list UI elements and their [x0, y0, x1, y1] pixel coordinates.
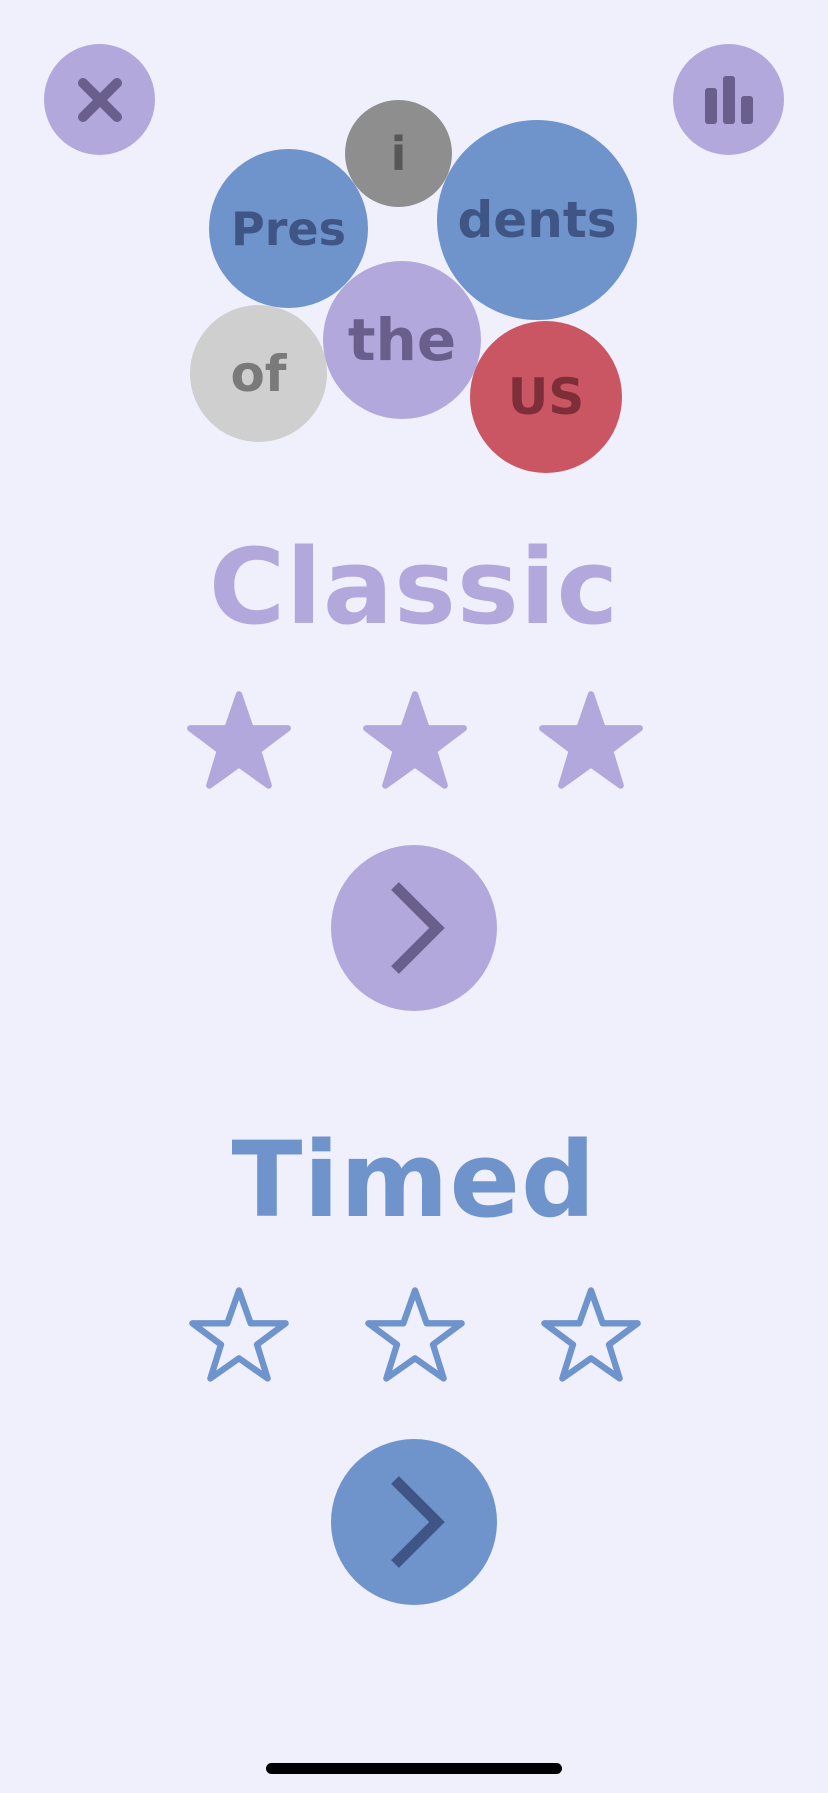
star-outline-icon — [189, 1287, 289, 1382]
title-bubble-text: dents — [457, 191, 617, 249]
title-bubble-text: of — [230, 344, 287, 403]
star-outline-icon — [541, 1287, 641, 1382]
chevron-right-icon — [391, 882, 445, 974]
timed-play-button[interactable] — [331, 1439, 497, 1605]
timed-mode-title: Timed — [231, 1119, 597, 1241]
title-bubble-us: US — [470, 321, 622, 473]
star-outline-icon — [365, 1287, 465, 1382]
title-bubble-the: the — [323, 261, 481, 419]
title-logo: i Pres dents of the US — [0, 0, 828, 480]
star-filled-icon — [363, 691, 467, 789]
home-indicator[interactable] — [266, 1763, 562, 1774]
title-bubble-text: the — [347, 306, 457, 374]
title-bubble-i: i — [345, 100, 452, 207]
star-filled-icon — [539, 691, 643, 789]
title-bubble-text: US — [507, 368, 585, 426]
classic-stars — [0, 690, 828, 800]
title-bubble-dents: dents — [437, 120, 637, 320]
title-bubble-of: of — [190, 305, 327, 442]
timed-stars — [0, 1284, 828, 1394]
title-bubble-pres: Pres — [209, 149, 368, 308]
classic-play-button[interactable] — [331, 845, 497, 1011]
title-bubble-text: i — [390, 126, 407, 181]
classic-mode-title: Classic — [208, 526, 620, 648]
chevron-right-icon — [391, 1476, 445, 1568]
title-bubble-text: Pres — [231, 201, 346, 256]
star-filled-icon — [187, 691, 291, 789]
